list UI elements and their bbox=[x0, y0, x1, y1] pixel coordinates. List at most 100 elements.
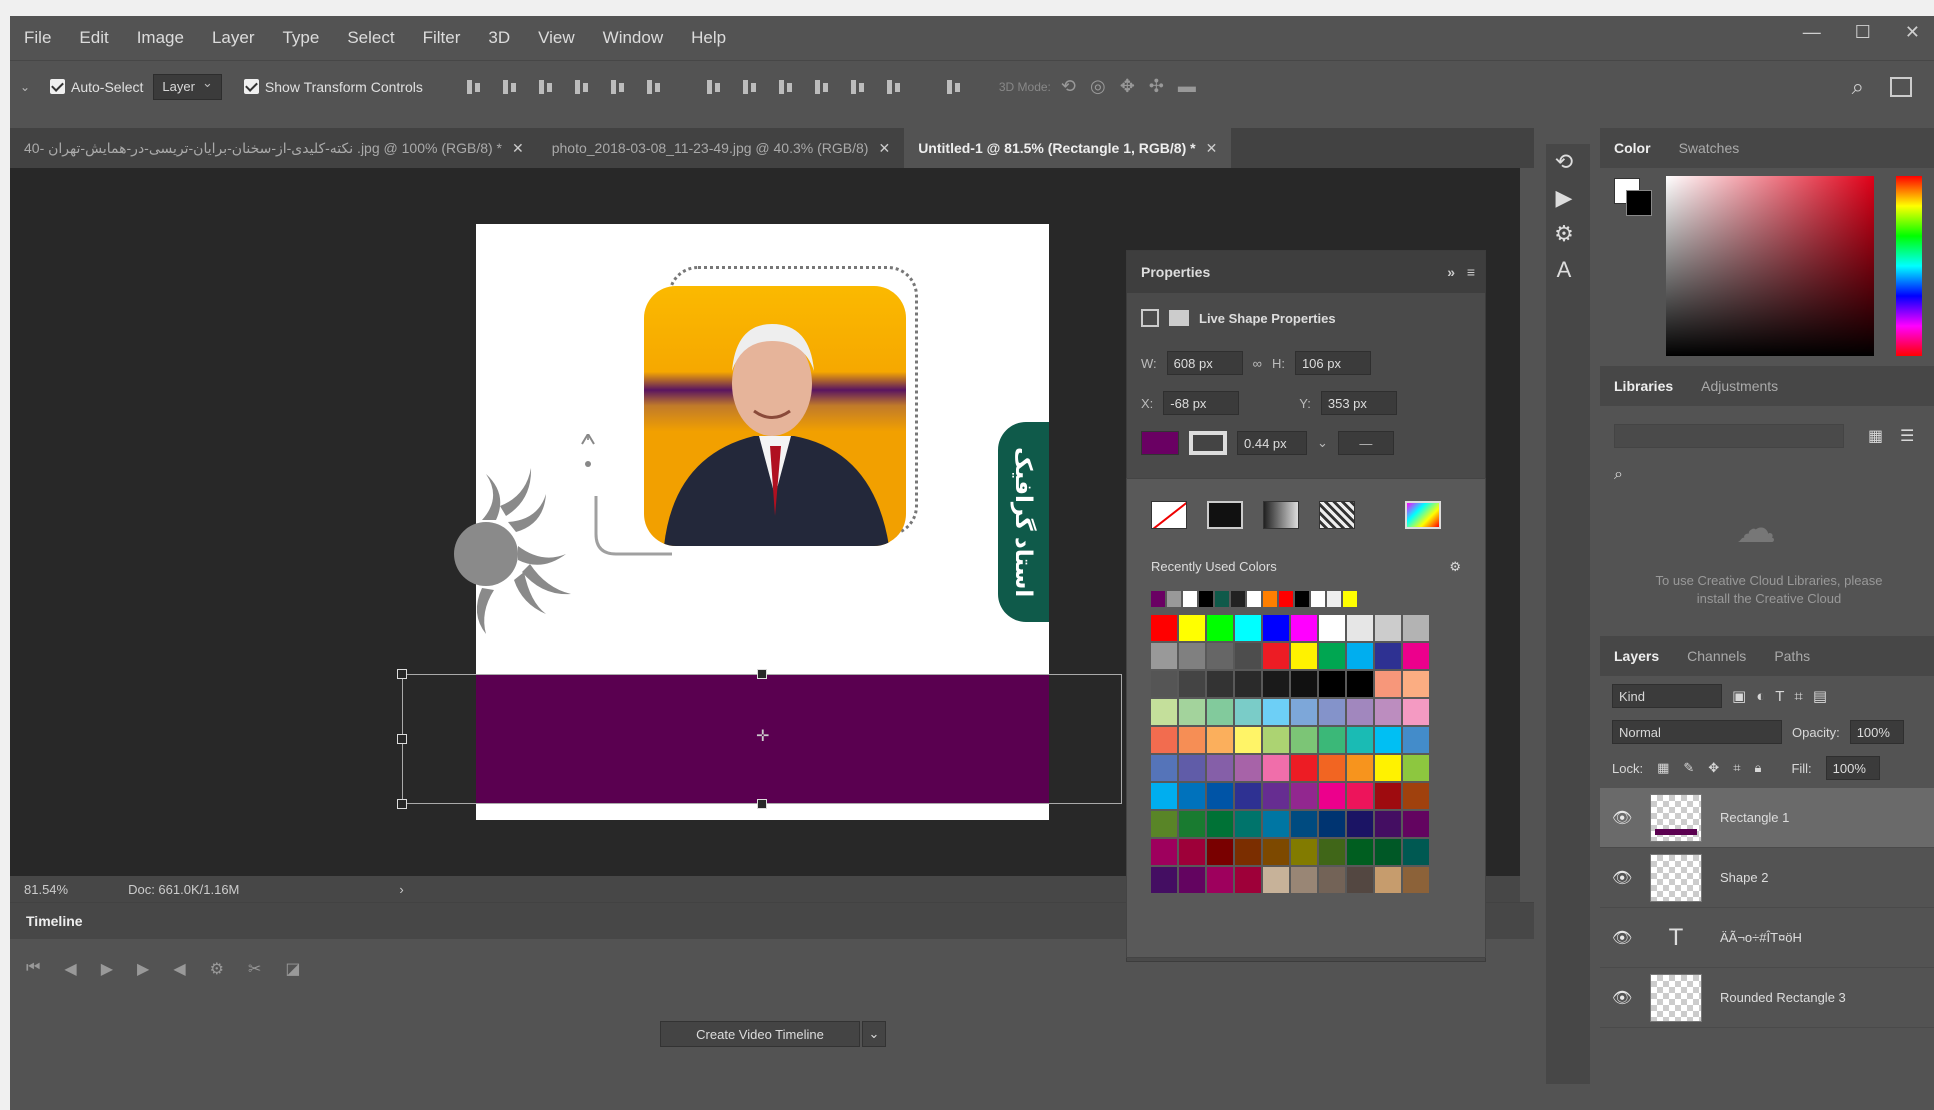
color-swatch[interactable] bbox=[1207, 867, 1233, 893]
menu-window[interactable]: Window bbox=[589, 28, 677, 48]
color-swatch[interactable] bbox=[1347, 783, 1373, 809]
color-swatch[interactable] bbox=[1403, 783, 1429, 809]
color-swatch[interactable] bbox=[1403, 755, 1429, 781]
color-swatch[interactable] bbox=[1291, 699, 1317, 725]
transform-handle-bottom-left[interactable] bbox=[397, 799, 407, 809]
color-swatch[interactable] bbox=[1235, 839, 1261, 865]
stroke-type-dropdown[interactable]: ― bbox=[1337, 431, 1394, 455]
recent-color-swatch[interactable] bbox=[1311, 591, 1325, 607]
color-swatch[interactable] bbox=[1179, 643, 1205, 669]
layer-name[interactable]: Rectangle 1 bbox=[1720, 810, 1789, 825]
color-swatch[interactable] bbox=[1151, 811, 1177, 837]
color-swatch[interactable] bbox=[1347, 867, 1373, 893]
smart-object-filter-icon[interactable]: ▤ bbox=[1813, 687, 1827, 705]
auto-align-icon[interactable] bbox=[943, 76, 965, 98]
visibility-eye-icon[interactable]: 👁︎ bbox=[1612, 868, 1632, 888]
height-field[interactable]: 106 px bbox=[1294, 351, 1371, 375]
color-swatch[interactable] bbox=[1319, 867, 1345, 893]
3d-orbit-icon[interactable]: ⟲ bbox=[1061, 76, 1076, 97]
color-swatch[interactable] bbox=[1375, 727, 1401, 753]
layer-name[interactable]: ÄÃ¬o÷#ÎT¤öH bbox=[1720, 930, 1802, 945]
layer-name[interactable]: Shape 2 bbox=[1720, 870, 1768, 885]
workspace-icon[interactable] bbox=[1890, 76, 1912, 97]
tab-layers[interactable]: Layers bbox=[1614, 648, 1659, 664]
color-swatch[interactable] bbox=[1291, 671, 1317, 697]
color-swatch[interactable] bbox=[1291, 615, 1317, 641]
color-swatch[interactable] bbox=[1207, 811, 1233, 837]
align-left-icon[interactable] bbox=[571, 76, 593, 98]
color-swatch[interactable] bbox=[1179, 755, 1205, 781]
color-swatch[interactable] bbox=[1207, 699, 1233, 725]
distribute-hcenter-icon[interactable] bbox=[847, 76, 869, 98]
distribute-right-icon[interactable] bbox=[883, 76, 905, 98]
recent-color-swatch[interactable] bbox=[1263, 591, 1277, 607]
recent-color-swatch[interactable] bbox=[1327, 591, 1341, 607]
color-swatch[interactable] bbox=[1403, 811, 1429, 837]
list-view-icon[interactable]: ☰ bbox=[1900, 426, 1914, 446]
3d-slide-icon[interactable]: ✣ bbox=[1149, 76, 1164, 97]
stroke-width-field[interactable]: 0.44 px bbox=[1237, 431, 1307, 455]
color-swatch[interactable] bbox=[1263, 615, 1289, 641]
color-swatch[interactable] bbox=[1179, 615, 1205, 641]
color-swatch[interactable] bbox=[1151, 727, 1177, 753]
color-swatch[interactable] bbox=[1263, 755, 1289, 781]
settings-icon[interactable]: ⚙ bbox=[210, 959, 224, 979]
color-swatch[interactable] bbox=[1151, 615, 1177, 641]
adjustment-filter-icon[interactable]: ◐ bbox=[1756, 688, 1765, 705]
color-swatch[interactable] bbox=[1375, 867, 1401, 893]
color-swatch[interactable] bbox=[1403, 615, 1429, 641]
tab-adjustments[interactable]: Adjustments bbox=[1701, 378, 1778, 394]
library-search-icon[interactable]: ⌕ bbox=[1614, 466, 1623, 484]
type-filter-icon[interactable]: T bbox=[1775, 688, 1784, 705]
color-swatch[interactable] bbox=[1207, 643, 1233, 669]
tab-document-2[interactable]: photo_2018-03-08_11-23-49.jpg @ 40.3% (R… bbox=[538, 128, 904, 168]
status-arrow-icon[interactable]: › bbox=[399, 882, 403, 897]
menu-help[interactable]: Help bbox=[677, 28, 740, 48]
auto-select-target-dropdown[interactable]: Layer bbox=[153, 73, 222, 100]
close-icon[interactable]: ✕ bbox=[1206, 140, 1218, 157]
recent-color-swatch[interactable] bbox=[1151, 591, 1165, 607]
menu-filter[interactable]: Filter bbox=[409, 28, 475, 48]
layer-name[interactable]: Rounded Rectangle 3 bbox=[1720, 990, 1846, 1005]
color-swatch[interactable] bbox=[1207, 727, 1233, 753]
color-swatch[interactable] bbox=[1319, 615, 1345, 641]
width-field[interactable]: 608 px bbox=[1166, 351, 1243, 375]
color-swatch[interactable] bbox=[1291, 811, 1317, 837]
color-swatch[interactable] bbox=[1179, 783, 1205, 809]
fill-field[interactable]: 100% bbox=[1825, 756, 1880, 780]
color-swatch[interactable] bbox=[1319, 811, 1345, 837]
collapse-panel-icon[interactable]: » bbox=[1447, 264, 1455, 280]
color-swatch[interactable] bbox=[1347, 839, 1373, 865]
recent-color-swatch[interactable] bbox=[1295, 591, 1309, 607]
color-swatch[interactable] bbox=[1235, 643, 1261, 669]
layer-row[interactable]: 👁︎ Rectangle 1 bbox=[1600, 788, 1934, 848]
color-swatch[interactable] bbox=[1319, 727, 1345, 753]
minimize-button[interactable]: — bbox=[1803, 22, 1821, 43]
color-swatch[interactable] bbox=[1375, 755, 1401, 781]
menu-view[interactable]: View bbox=[524, 28, 589, 48]
color-swatch[interactable] bbox=[1319, 839, 1345, 865]
color-swatch[interactable] bbox=[1263, 643, 1289, 669]
color-swatch[interactable] bbox=[1403, 727, 1429, 753]
transform-handle-top[interactable] bbox=[757, 669, 767, 679]
actions-play-icon[interactable]: ▶ bbox=[1546, 180, 1582, 216]
show-transform-controls-checkbox[interactable]: Show Transform Controls bbox=[243, 79, 423, 95]
color-spectrum-field[interactable] bbox=[1666, 176, 1874, 356]
audio-icon[interactable]: ◀ bbox=[173, 959, 185, 979]
color-swatch[interactable] bbox=[1179, 811, 1205, 837]
close-window-button[interactable]: ✕ bbox=[1905, 22, 1920, 43]
3d-scale-icon[interactable]: ▬ bbox=[1178, 76, 1196, 97]
transform-handle-left[interactable] bbox=[397, 734, 407, 744]
color-swatch[interactable] bbox=[1291, 727, 1317, 753]
color-swatch[interactable] bbox=[1235, 615, 1261, 641]
background-color-chip[interactable] bbox=[1626, 190, 1652, 216]
color-swatch[interactable] bbox=[1207, 671, 1233, 697]
color-swatch[interactable] bbox=[1375, 699, 1401, 725]
tool-preset-chevron-icon[interactable]: ⌄ bbox=[20, 80, 40, 94]
lock-all-icon[interactable]: 🔒︎ bbox=[1755, 760, 1762, 776]
menu-image[interactable]: Image bbox=[123, 28, 198, 48]
y-field[interactable]: 353 px bbox=[1320, 391, 1397, 415]
color-swatch[interactable] bbox=[1347, 615, 1373, 641]
transform-handle-top-left[interactable] bbox=[397, 669, 407, 679]
fill-color-swatch[interactable] bbox=[1141, 431, 1179, 455]
